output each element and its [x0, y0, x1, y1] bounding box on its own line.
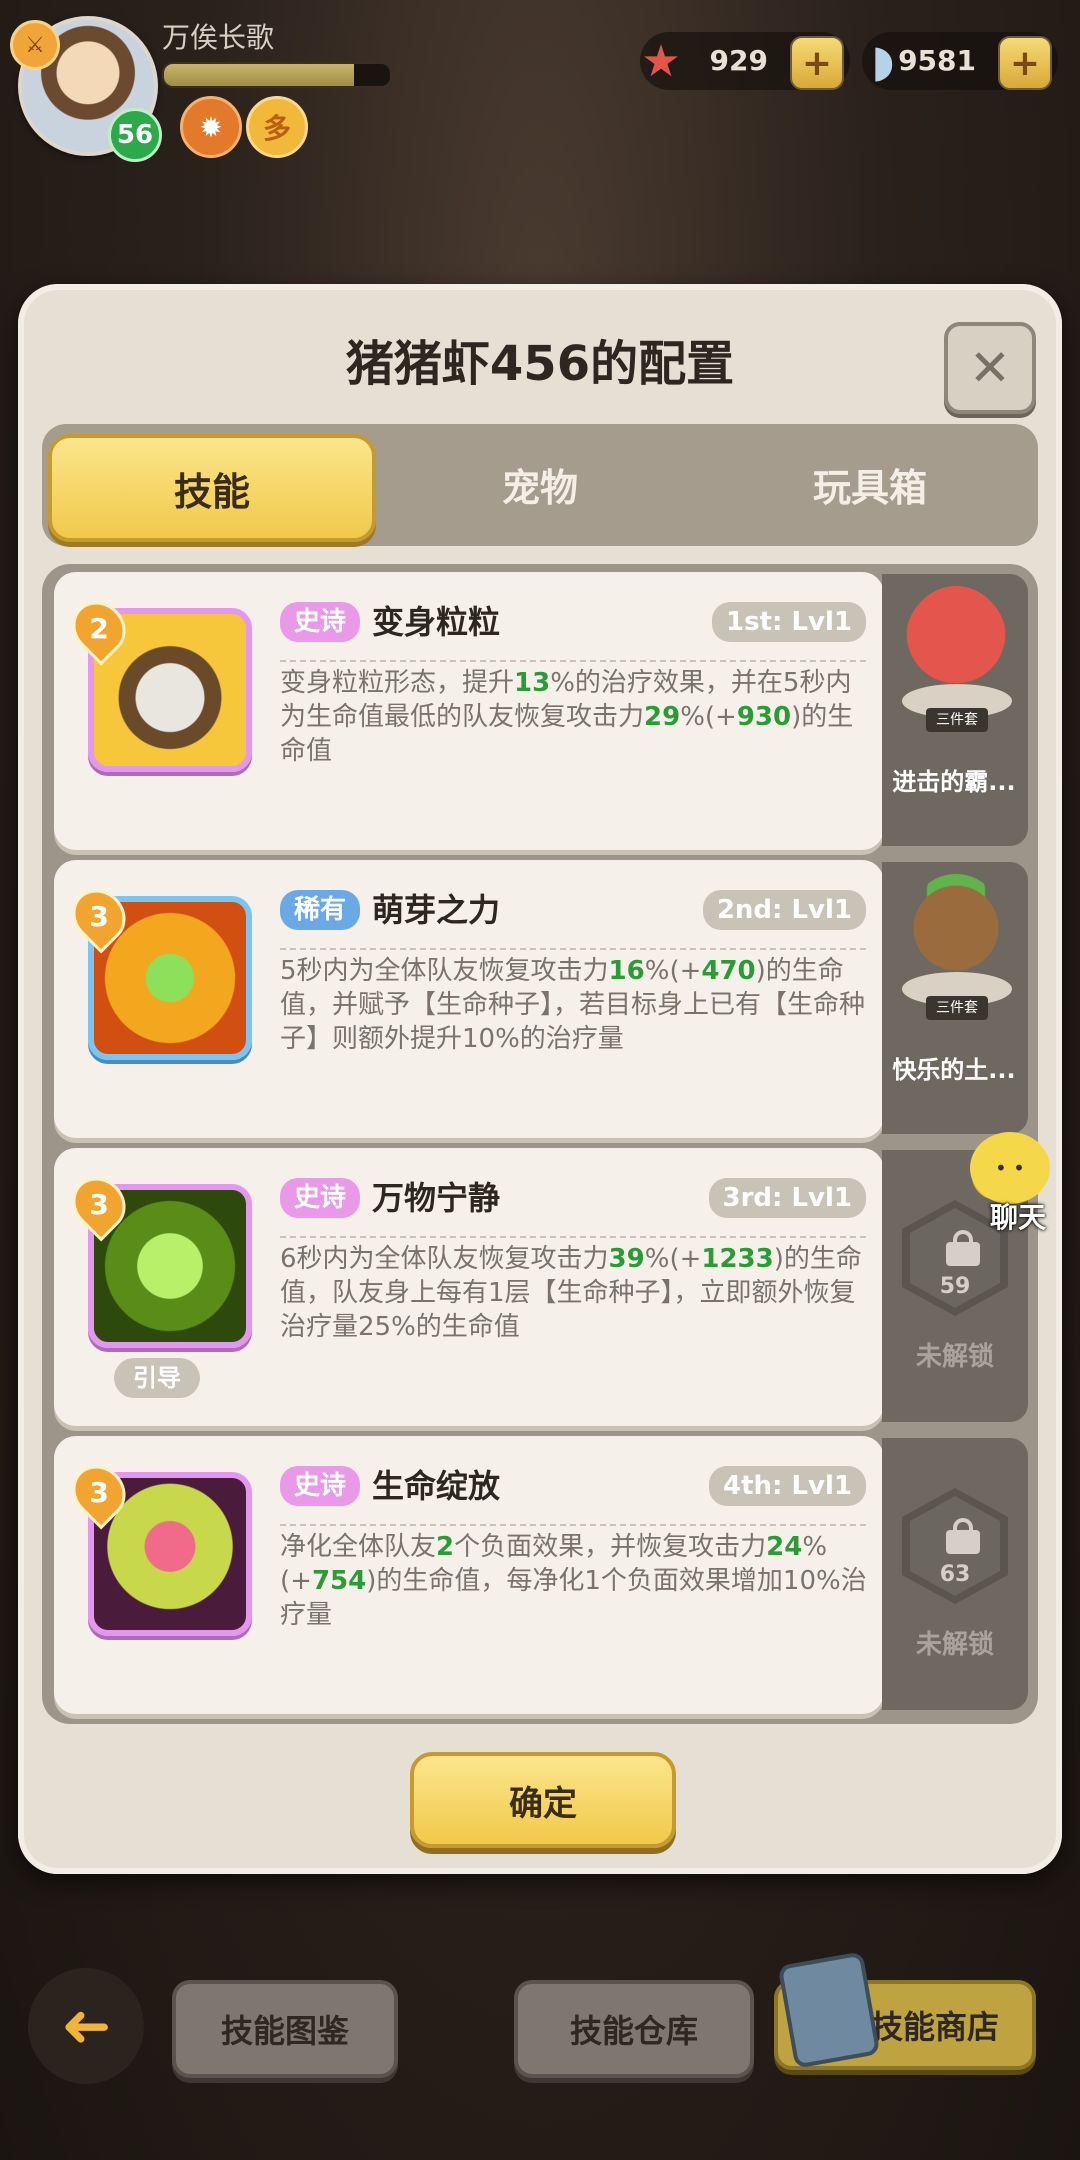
rarity-badge: 史诗 [280, 602, 361, 642]
dialog-title: 猪猪虾456的配置 [345, 336, 735, 392]
slot-level: 2nd: Lvl1 [702, 890, 866, 930]
skill-name: 万物宁静 [372, 1179, 501, 1217]
exp-bar [162, 62, 392, 88]
back-arrow-icon[interactable]: ➜ [28, 1968, 144, 2084]
divider [280, 1236, 866, 1238]
divider [280, 1524, 866, 1526]
divider [280, 948, 866, 950]
chat-icon[interactable]: • • [970, 1132, 1050, 1204]
channel-tag: 引导 [114, 1358, 200, 1398]
skill-description: 6秒内为全体队友恢复攻击力39%(+1233)的生命值，队友身上每有1层【生命种… [280, 1244, 862, 1342]
currency-shell: ◗ 9581 + [862, 32, 1058, 90]
add-starfish-button[interactable]: + [790, 36, 844, 90]
buff-icon[interactable]: ✹ [180, 96, 242, 158]
slot-level: 3rd: Lvl1 [708, 1178, 866, 1218]
skill-description: 净化全体队友2个负面效果，并恢复攻击力24%(+754)的生命值，每净化1个负面… [280, 1532, 867, 1630]
unlock-level: 59 [939, 1274, 971, 1299]
skill-name: 变身粒粒 [372, 603, 501, 641]
exp-bar-fill [164, 64, 354, 86]
rarity-badge: 稀有 [280, 890, 361, 930]
skill-description: 变身粒粒形态，提升13%的治疗效果，并在5秒内为生命值最低的队友恢复攻击力29%… [280, 668, 854, 766]
set-tag: 三件套 [926, 708, 988, 732]
lock-icon [946, 1518, 980, 1554]
skill-card[interactable]: 3 史诗 生命绽放 4th: Lvl1 净化全体队友2个负面效果，并恢复攻击力2… [54, 1436, 884, 1714]
pet-name: 进击的霸... [892, 768, 1016, 796]
currency-starfish: ★ 929 + [640, 32, 850, 90]
currency-value: 929 [709, 44, 768, 77]
rarity-badge: 史诗 [280, 1178, 361, 1218]
slot-level: 4th: Lvl1 [709, 1466, 866, 1506]
skill-description: 5秒内为全体队友恢复攻击力16%(+470)的生命值，并赋予【生命种子】，若目标… [280, 956, 866, 1054]
multiplier-icon[interactable]: 多 [246, 96, 308, 158]
lock-icon [946, 1230, 980, 1266]
lock-frame-inner: 59 [910, 1208, 1000, 1308]
rarity-badge: 史诗 [280, 1466, 361, 1506]
divider [280, 660, 866, 662]
chat-label[interactable]: 聊天 [990, 1196, 1046, 1236]
unlock-level: 63 [939, 1562, 971, 1587]
tab-toybox[interactable]: 玩具箱 [710, 434, 1030, 534]
skill-list: 2 史诗 变身粒粒 1st: Lvl1 变身粒粒形态，提升13%的治疗效果，并在… [42, 564, 1038, 1724]
locked-pet-slot[interactable]: 63 未解锁 [882, 1438, 1028, 1710]
pet-slot[interactable]: 三件套 快乐的土... [882, 862, 1028, 1134]
player-name: 万俟长歌 [162, 21, 275, 54]
pet-name: 快乐的土... [892, 1056, 1016, 1084]
skill-name: 生命绽放 [372, 1467, 501, 1505]
skill-card[interactable]: 2 史诗 变身粒粒 1st: Lvl1 变身粒粒形态，提升13%的治疗效果，并在… [54, 572, 884, 850]
lock-frame-inner: 63 [910, 1496, 1000, 1596]
confirm-button[interactable]: 确定 [410, 1752, 676, 1848]
config-dialog: 猪猪虾456的配置 ✕ 技能 宠物 玩具箱 2 史诗 变身粒粒 1st: Lvl… [18, 284, 1062, 1874]
add-shell-button[interactable]: + [998, 36, 1052, 90]
locked-label: 未解锁 [915, 1630, 994, 1660]
shop-machine-icon [777, 1951, 881, 2069]
lock-frame: 63 [902, 1488, 1008, 1604]
slot-level: 1st: Lvl1 [712, 602, 866, 642]
skill-storage-button[interactable]: 技能仓库 [514, 1980, 754, 2078]
skill-card[interactable]: 3 引导 史诗 万物宁静 3rd: Lvl1 6秒内为全体队友恢复攻击力39%(… [54, 1148, 884, 1426]
tab-bar: 技能 宠物 玩具箱 [42, 424, 1038, 546]
set-tag: 三件套 [926, 996, 988, 1020]
close-button[interactable]: ✕ [944, 322, 1036, 414]
skill-name: 萌芽之力 [372, 891, 501, 929]
currency-value: 9581 [898, 44, 976, 77]
skill-card[interactable]: 3 稀有 萌芽之力 2nd: Lvl1 5秒内为全体队友恢复攻击力16%(+47… [54, 860, 884, 1138]
tab-pets[interactable]: 宠物 [380, 434, 700, 534]
starfish-icon: ★ [641, 35, 681, 87]
locked-label: 未解锁 [915, 1342, 994, 1372]
tab-skills[interactable]: 技能 [48, 434, 376, 542]
shield-icon: ⚔ [10, 20, 60, 70]
pet-slot[interactable]: 三件套 进击的霸... [882, 574, 1028, 846]
skill-codex-button[interactable]: 技能图鉴 [172, 1980, 398, 2078]
player-level-badge: 56 [108, 108, 162, 162]
